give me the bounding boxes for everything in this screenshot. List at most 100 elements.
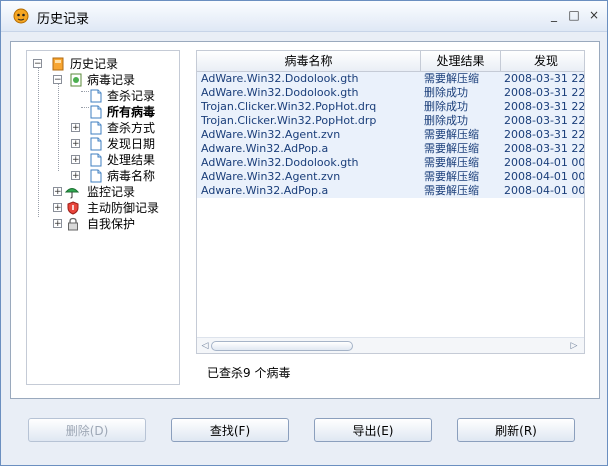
table-row[interactable]: Trojan.Clicker.Win32.PopHot.drp 删除成功 200… (197, 114, 584, 128)
lock-icon (68, 217, 78, 231)
expand-icon[interactable]: + (71, 171, 80, 181)
title-bar[interactable]: 历史记录 _ □ × (1, 1, 607, 32)
table-row[interactable]: Adware.Win32.AdPop.a 需要解压缩 2008-03-31 22… (197, 142, 584, 156)
cell-found-time: 2008-03-31 22: (504, 128, 584, 141)
column-header-virus-name[interactable]: 病毒名称 (197, 51, 421, 71)
expand-icon[interactable]: + (53, 203, 62, 213)
tree-item-result[interactable]: + 处理结果 (71, 152, 173, 168)
document-icon (90, 105, 102, 119)
tree-label: 主动防御记录 (87, 201, 160, 215)
table-row[interactable]: AdWare.Win32.Dodolook.gth 需要解压缩 2008-03-… (197, 72, 584, 86)
cell-virus-name: AdWare.Win32.Dodolook.gth (201, 72, 359, 85)
cell-result: 需要解压缩 (424, 128, 479, 141)
horizontal-scrollbar[interactable]: ◁ ▷ (197, 337, 584, 353)
tree-item-self-protection[interactable]: + 自我保护 (53, 216, 173, 232)
table-row[interactable]: AdWare.Win32.Dodolook.gth 删除成功 2008-03-3… (197, 86, 584, 100)
table-row[interactable]: AdWare.Win32.Agent.zvn 需要解压缩 2008-03-31 … (197, 128, 584, 142)
document-icon (90, 153, 102, 167)
cell-virus-name: AdWare.Win32.Agent.zvn (201, 128, 341, 141)
umbrella-icon (65, 188, 79, 199)
tree-label: 自我保护 (87, 217, 136, 231)
document-icon (90, 121, 102, 135)
tree-label: 病毒记录 (87, 73, 136, 87)
cell-result: 需要解压缩 (424, 184, 479, 197)
virus-record-icon (70, 73, 82, 87)
table-row[interactable]: AdWare.Win32.Agent.zvn 需要解压缩 2008-04-01 … (197, 170, 584, 184)
scroll-right-icon[interactable]: ▷ (569, 341, 579, 351)
tree-item-monitor-records[interactable]: + 监控记录 (53, 184, 173, 200)
expand-icon[interactable]: + (71, 139, 80, 149)
tree-item-virus-records[interactable]: − 病毒记录 (53, 72, 173, 88)
history-window: 历史记录 _ □ × − 历史记录 − 病毒记录 查杀记录 所有病毒 + 查杀方… (0, 0, 608, 466)
document-icon (90, 169, 102, 183)
window-title: 历史记录 (37, 12, 90, 27)
expand-icon[interactable]: + (71, 155, 80, 165)
column-header-found[interactable]: 发现 (501, 51, 584, 71)
cell-virus-name: Adware.Win32.AdPop.a (201, 142, 329, 155)
tree-item-scan-records[interactable]: 查杀记录 (89, 88, 173, 104)
close-button[interactable]: × (587, 8, 601, 22)
tree-connector (81, 91, 89, 92)
cell-result: 需要解压缩 (424, 156, 479, 169)
tree-connector (38, 67, 39, 217)
tree-label: 发现日期 (107, 137, 156, 151)
cell-found-time: 2008-03-31 22: (504, 142, 584, 155)
cell-virus-name: Trojan.Clicker.Win32.PopHot.drq (201, 100, 377, 113)
tree-label: 历史记录 (70, 57, 119, 71)
cell-found-time: 2008-03-31 22: (504, 114, 584, 127)
column-header-result[interactable]: 处理结果 (421, 51, 501, 71)
collapse-icon[interactable]: − (33, 59, 42, 69)
history-book-icon (52, 57, 64, 71)
tree-label: 处理结果 (107, 153, 156, 167)
maximize-button[interactable]: □ (567, 8, 581, 22)
cell-virus-name: Trojan.Clicker.Win32.PopHot.drp (201, 114, 377, 127)
app-logo-icon (13, 8, 29, 24)
table-row[interactable]: Trojan.Clicker.Win32.PopHot.drq 删除成功 200… (197, 100, 584, 114)
cell-result: 删除成功 (424, 114, 468, 127)
collapse-icon[interactable]: − (53, 75, 62, 85)
table-row[interactable]: Adware.Win32.AdPop.a 需要解压缩 2008-04-01 00… (197, 184, 584, 198)
tree-item-scan-method[interactable]: + 查杀方式 (71, 120, 173, 136)
tree-label: 查杀记录 (107, 89, 156, 103)
scroll-left-icon[interactable]: ◁ (200, 341, 210, 351)
refresh-button[interactable]: 刷新(R) (457, 418, 575, 442)
minimize-button[interactable]: _ (547, 8, 561, 22)
cell-result: 删除成功 (424, 86, 468, 99)
cell-found-time: 2008-03-31 22: (504, 86, 584, 99)
tree-label: 所有病毒 (107, 105, 156, 119)
cell-virus-name: AdWare.Win32.Dodolook.gth (201, 86, 359, 99)
tree-item-history[interactable]: − 历史记录 (33, 56, 173, 72)
cell-found-time: 2008-03-31 22: (504, 100, 584, 113)
delete-button[interactable]: 删除(D) (28, 418, 146, 442)
scrollbar-thumb[interactable] (211, 341, 353, 351)
cell-virus-name: Adware.Win32.AdPop.a (201, 184, 329, 197)
table-row[interactable]: AdWare.Win32.Dodolook.gth 需要解压缩 2008-04-… (197, 156, 584, 170)
find-button[interactable]: 查找(F) (171, 418, 289, 442)
virus-list-table: 病毒名称 处理结果 发现 AdWare.Win32.Dodolook.gth 需… (196, 50, 585, 354)
cell-virus-name: AdWare.Win32.Agent.zvn (201, 170, 341, 183)
expand-icon[interactable]: + (53, 187, 62, 197)
expand-icon[interactable]: + (53, 219, 62, 229)
shield-icon (67, 201, 79, 215)
table-header: 病毒名称 处理结果 发现 (197, 51, 584, 72)
tree-item-virus-name[interactable]: + 病毒名称 (71, 168, 173, 184)
document-icon (90, 89, 102, 103)
main-panel: − 历史记录 − 病毒记录 查杀记录 所有病毒 + 查杀方式 + 发现日期 + … (10, 41, 600, 399)
status-text: 已查杀9 个病毒 (207, 366, 291, 380)
expand-icon[interactable]: + (71, 123, 80, 133)
cell-found-time: 2008-04-01 00: (504, 184, 584, 197)
history-tree: − 历史记录 − 病毒记录 查杀记录 所有病毒 + 查杀方式 + 发现日期 + … (26, 50, 180, 385)
cell-result: 需要解压缩 (424, 72, 479, 85)
tree-connector (81, 107, 89, 108)
tree-label: 病毒名称 (107, 169, 156, 183)
cell-result: 需要解压缩 (424, 170, 479, 183)
cell-virus-name: AdWare.Win32.Dodolook.gth (201, 156, 359, 169)
export-button[interactable]: 导出(E) (314, 418, 432, 442)
tree-item-found-date[interactable]: + 发现日期 (71, 136, 173, 152)
cell-found-time: 2008-04-01 00: (504, 156, 584, 169)
cell-found-time: 2008-03-31 22: (504, 72, 584, 85)
tree-item-all-viruses[interactable]: 所有病毒 (89, 104, 173, 120)
tree-item-active-defense[interactable]: + 主动防御记录 (53, 200, 173, 216)
tree-connector (58, 83, 59, 171)
cell-result: 删除成功 (424, 100, 468, 113)
